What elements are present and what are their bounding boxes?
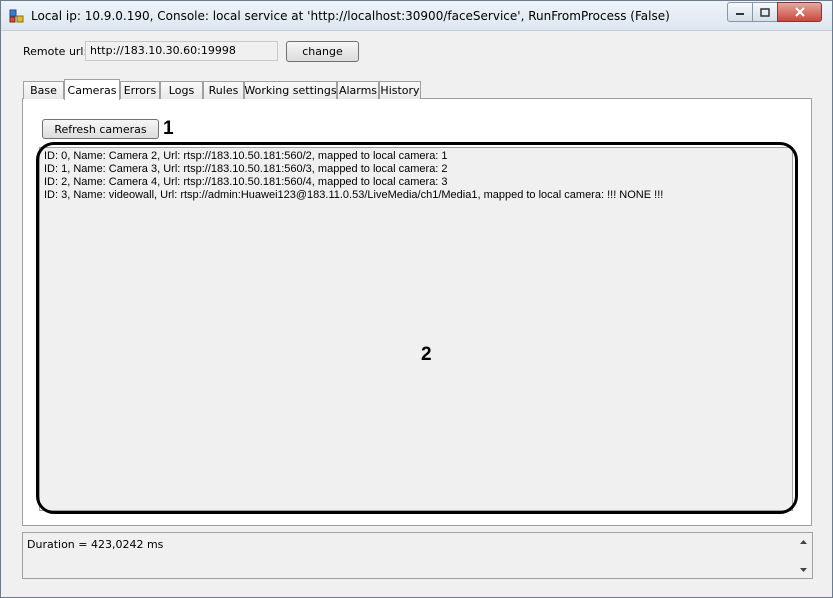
- minimize-button[interactable]: [727, 2, 753, 22]
- minimize-icon: [736, 13, 744, 15]
- window-title: Local ip: 10.9.0.190, Console: local ser…: [31, 9, 670, 23]
- close-icon: [794, 7, 805, 17]
- status-log-box[interactable]: Duration = 423,0242 ms: [22, 532, 813, 579]
- camera-line: ID: 2, Name: Camera 4, Url: rtsp://183.1…: [44, 176, 448, 188]
- scroll-up-icon[interactable]: [796, 534, 811, 549]
- remote-url-label: Remote url:: [23, 45, 88, 58]
- maximize-button[interactable]: [752, 2, 778, 22]
- tab-working-settings[interactable]: Working settings: [244, 81, 337, 99]
- callout-1: 1: [163, 118, 174, 139]
- vertical-scrollbar[interactable]: [796, 534, 811, 577]
- tab-base[interactable]: Base: [23, 81, 64, 99]
- title-bar[interactable]: Local ip: 10.9.0.190, Console: local ser…: [1, 1, 832, 31]
- tab-cameras[interactable]: Cameras: [64, 79, 120, 100]
- tab-history[interactable]: History: [379, 81, 421, 99]
- app-icon: [9, 8, 25, 24]
- callout-2: 2: [421, 344, 432, 365]
- cameras-output-textbox[interactable]: ID: 0, Name: Camera 2, Url: rtsp://183.1…: [39, 147, 793, 511]
- refresh-cameras-button[interactable]: Refresh cameras: [42, 119, 159, 139]
- tab-logs[interactable]: Logs: [160, 81, 203, 99]
- camera-line: ID: 0, Name: Camera 2, Url: rtsp://183.1…: [44, 150, 448, 162]
- tab-alarms[interactable]: Alarms: [337, 81, 379, 99]
- tab-rules[interactable]: Rules: [203, 81, 244, 99]
- camera-line: ID: 1, Name: Camera 3, Url: rtsp://183.1…: [44, 163, 448, 175]
- close-button[interactable]: [777, 2, 822, 22]
- duration-text: Duration = 423,0242 ms: [27, 538, 164, 551]
- application-window: Local ip: 10.9.0.190, Console: local ser…: [0, 0, 833, 598]
- scroll-down-icon[interactable]: [796, 562, 811, 577]
- remote-url-field[interactable]: http://183.10.30.60:19998: [85, 41, 278, 61]
- maximize-icon: [760, 7, 770, 17]
- tab-errors[interactable]: Errors: [120, 81, 160, 99]
- camera-line: ID: 3, Name: videowall, Url: rtsp://admi…: [44, 189, 664, 201]
- change-button[interactable]: change: [286, 41, 359, 62]
